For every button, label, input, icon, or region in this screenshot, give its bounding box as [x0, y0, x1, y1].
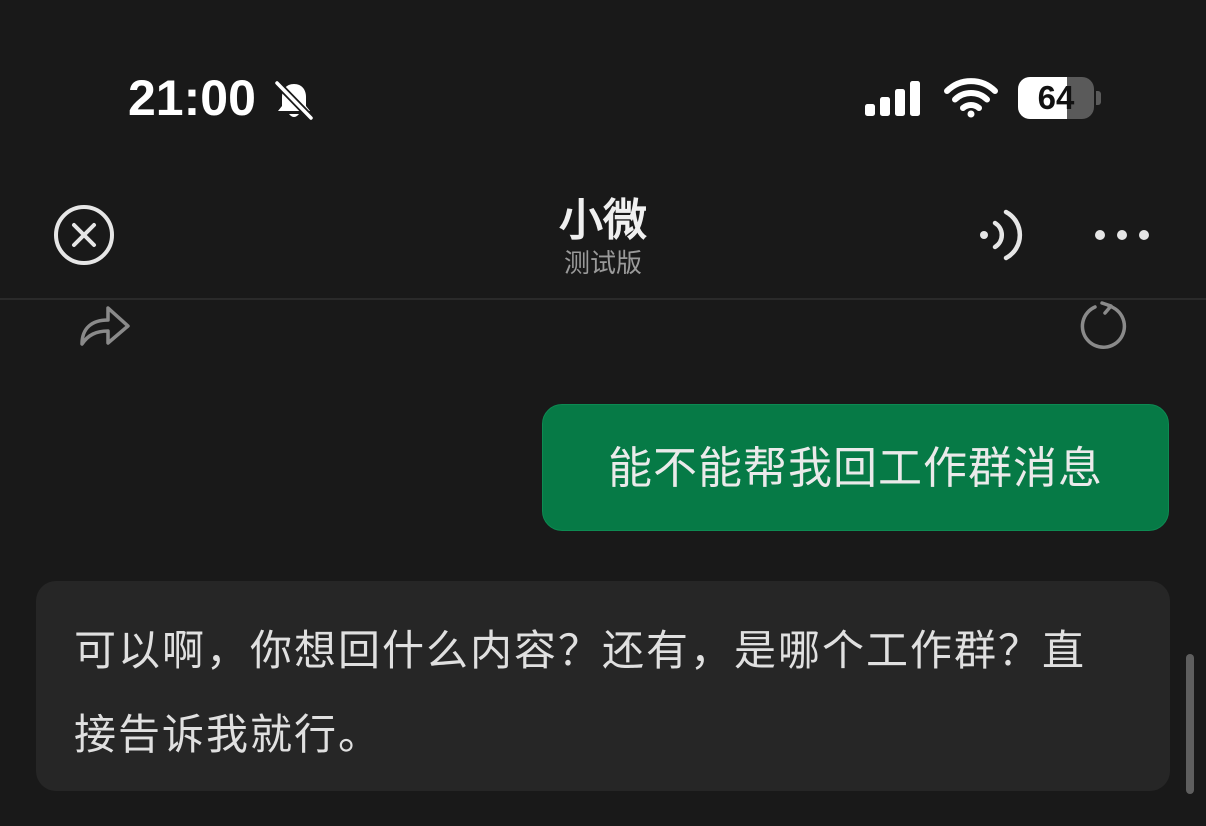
battery-percent: 64 [1037, 79, 1075, 116]
share-arrow-icon[interactable] [76, 300, 132, 350]
voice-icon[interactable] [974, 206, 1028, 264]
bell-slash-icon [274, 80, 314, 121]
nav-divider [0, 298, 1206, 300]
page-title: 小微 [559, 195, 647, 246]
scrollbar[interactable] [1186, 654, 1194, 794]
user-message-bubble[interactable]: 能不能帮我回工作群消息 [542, 404, 1169, 531]
assistant-message-bubble[interactable]: 可以啊，你想回什么内容？还有，是哪个工作群？直接告诉我就行。 [36, 581, 1170, 791]
close-circle-icon[interactable] [53, 204, 115, 266]
refresh-icon[interactable] [1076, 300, 1130, 354]
battery-cap [1096, 91, 1101, 105]
status-time: 21:00 [128, 70, 256, 126]
cellular-signal-icon [865, 81, 920, 116]
page-subtitle: 测试版 [563, 249, 642, 279]
battery-icon: 64 [1018, 77, 1094, 119]
more-horizontal-icon[interactable] [1090, 218, 1154, 252]
wifi-icon [944, 78, 998, 118]
